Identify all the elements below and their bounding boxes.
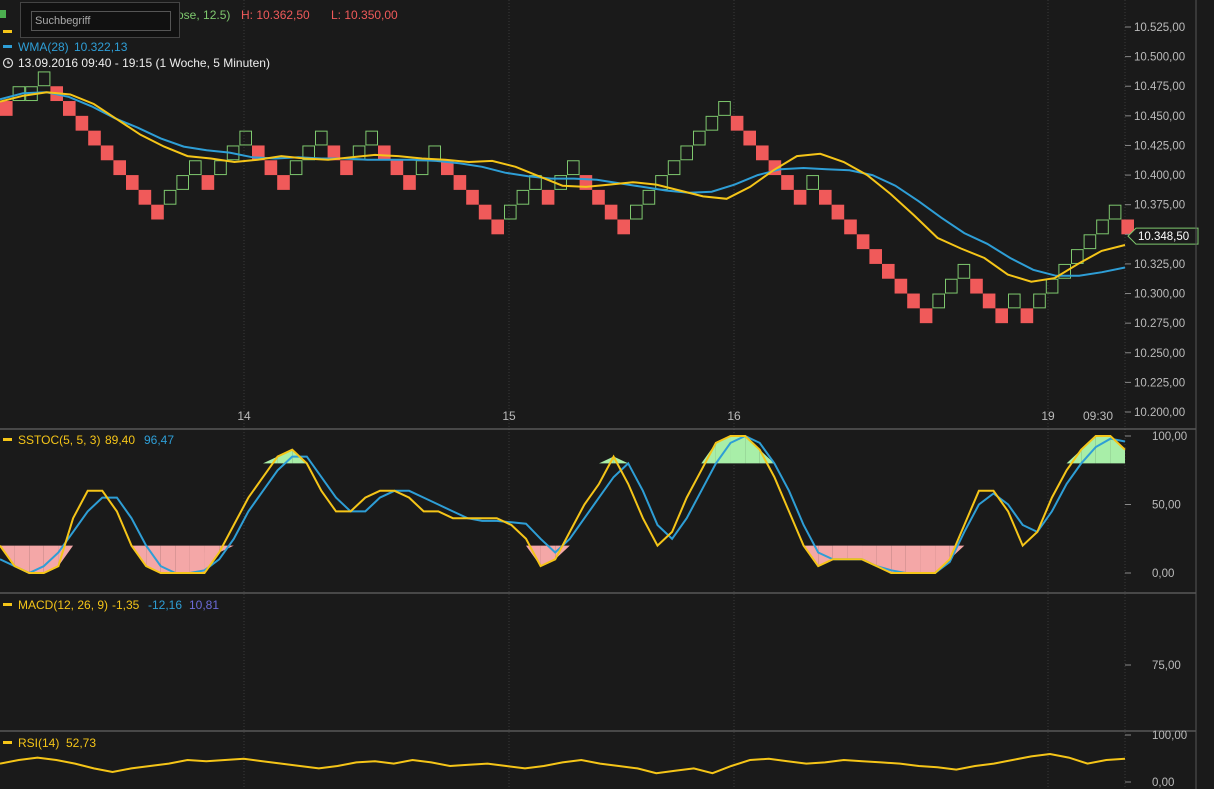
wma-value: 10.322,13: [74, 40, 128, 54]
rsi-tick-label: 0,00: [1152, 777, 1174, 789]
renko-brick-down: [844, 220, 857, 235]
price-tick-label: 10.200,00: [1134, 407, 1185, 419]
renko-brick-down: [76, 116, 89, 131]
renko-brick-down: [0, 101, 13, 116]
renko-brick-down: [88, 131, 101, 146]
renko-brick-down: [340, 160, 353, 175]
renko-brick-down: [895, 279, 908, 294]
renko-brick-down: [479, 205, 492, 220]
renko-brick-down: [63, 101, 76, 116]
price-tick-label: 10.525,00: [1134, 22, 1185, 34]
renko-brick-down: [869, 249, 882, 264]
renko-brick-down: [756, 145, 769, 160]
renko-brick-down: [819, 190, 832, 205]
search-input[interactable]: [31, 11, 171, 31]
renko-brick-down: [605, 205, 618, 220]
time-axis-label: 19: [1041, 409, 1055, 423]
oversold-fill: [175, 546, 190, 573]
low-value: L: 10.350,00: [331, 8, 398, 22]
renko-brick-down: [101, 145, 114, 160]
oversold-fill: [891, 546, 906, 573]
price-tick-label: 10.400,00: [1134, 170, 1185, 182]
sstoc-label: SSTOC(5, 5, 3): [18, 433, 100, 447]
sstoc-tick-label: 0,00: [1152, 568, 1174, 580]
time-axis-label: 15: [502, 409, 516, 423]
sstoc-value-2: 96,47: [144, 433, 174, 447]
rsi-legend-swatch: [3, 741, 12, 744]
renko-brick-down: [466, 190, 479, 205]
renko-brick-down: [378, 145, 391, 160]
time-range: 13.09.2016 09:40 - 19:15 (1 Woche, 5 Min…: [18, 56, 270, 70]
renko-brick-down: [970, 279, 983, 294]
renko-brick-down: [781, 175, 794, 190]
rsi-value: 52,73: [66, 736, 96, 750]
renko-brick-down: [983, 294, 996, 309]
macd-label: MACD(12, 26, 9): [18, 598, 108, 612]
price-tick-label: 10.250,00: [1134, 348, 1185, 360]
ema-legend-swatch: [3, 30, 12, 33]
sstoc-tick-label: 50,00: [1152, 500, 1181, 512]
renko-brick-down: [832, 205, 845, 220]
time-axis-label: 09:30: [1083, 409, 1113, 423]
oversold-fill: [833, 546, 848, 560]
renko-brick-down: [277, 175, 290, 190]
sstoc-legend-swatch: [3, 438, 12, 441]
renko-brick-down: [126, 175, 139, 190]
price-tick-label: 10.300,00: [1134, 289, 1185, 301]
time-axis-label: 14: [237, 409, 251, 423]
renko-brick-down: [403, 175, 416, 190]
renko-brick-down: [920, 308, 933, 323]
chart-background: [0, 0, 1214, 789]
renko-brick-down: [1021, 308, 1034, 323]
price-tick-label: 10.225,00: [1134, 377, 1185, 389]
wma-label: WMA(28): [18, 40, 69, 54]
time-axis-label: 16: [727, 409, 741, 423]
macd-value-2: -12,16: [148, 598, 182, 612]
renko-brick-down: [907, 294, 920, 309]
chart-canvas[interactable]: 10.525,00 10.500,00 10.475,00 10.450,00 10.4…: [0, 0, 1214, 789]
renko-brick-down: [139, 190, 152, 205]
renko-brick-down: [857, 234, 870, 249]
renko-brick-down: [794, 190, 807, 205]
renko-brick-down: [882, 264, 895, 279]
price-tick-label: 10.275,00: [1134, 318, 1185, 330]
macd-value-1: -1,35: [112, 598, 140, 612]
renko-brick-down: [743, 131, 756, 146]
renko-brick-down: [731, 116, 744, 131]
renko-brick-down: [151, 205, 164, 220]
macd-tick-label: 75,00: [1152, 660, 1181, 672]
last-price-label: 10.348,50: [1138, 231, 1189, 243]
renko-brick-down: [491, 220, 504, 235]
rsi-tick-label: 100,00: [1152, 730, 1187, 742]
renko-brick-down: [391, 160, 404, 175]
price-tick-label: 10.450,00: [1134, 111, 1185, 123]
renko-brick-down: [454, 175, 467, 190]
oversold-fill: [847, 546, 862, 560]
macd-value-3: 10,81: [189, 598, 219, 612]
sstoc-value-1: 89,40: [105, 433, 135, 447]
wma-legend-swatch: [3, 45, 12, 48]
price-tick-label: 10.475,00: [1134, 81, 1185, 93]
oversold-fill: [906, 546, 921, 573]
macd-legend-swatch: [3, 603, 12, 606]
renko-brick-down: [617, 220, 630, 235]
sstoc-tick-label: 100,00: [1152, 431, 1187, 443]
renko-brick-down: [592, 190, 605, 205]
search-box: [20, 2, 180, 38]
oversold-fill: [920, 546, 935, 573]
renko-brick-down: [202, 175, 215, 190]
price-tick-label: 10.375,00: [1134, 200, 1185, 212]
legend-series-fragment: ose, 12.5): [177, 8, 230, 22]
chart-type-icon[interactable]: [0, 10, 6, 18]
price-tick-label: 10.425,00: [1134, 140, 1185, 152]
renko-brick-down: [113, 160, 126, 175]
price-tick-label: 10.325,00: [1134, 259, 1185, 271]
high-value: H: 10.362,50: [241, 8, 310, 22]
price-tick-label: 10.500,00: [1134, 52, 1185, 64]
renko-brick-down: [995, 308, 1008, 323]
oversold-fill: [190, 546, 205, 573]
renko-brick-down: [265, 160, 278, 175]
renko-brick-down: [542, 190, 555, 205]
rsi-label: RSI(14): [18, 736, 59, 750]
